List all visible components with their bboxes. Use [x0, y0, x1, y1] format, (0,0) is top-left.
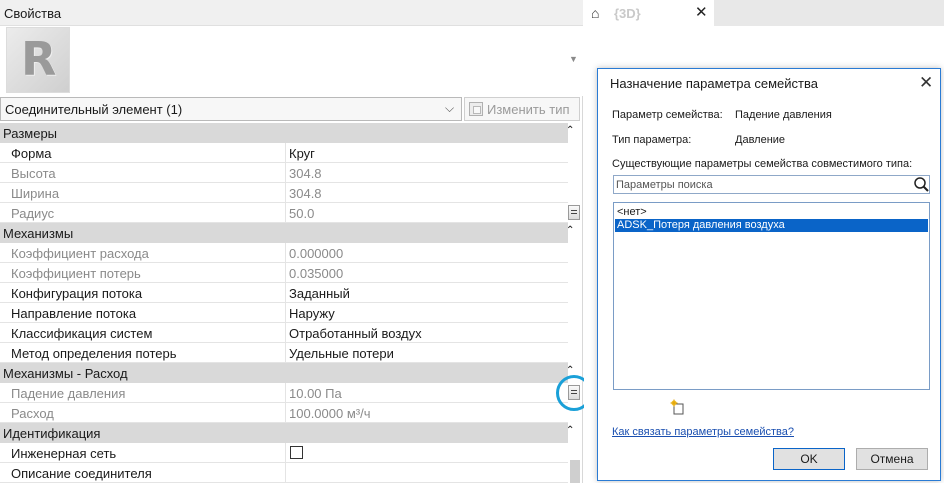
property-value[interactable]: Наружу [287, 303, 568, 322]
property-value[interactable]: Отработанный воздух [287, 323, 568, 342]
property-value: 0.035000 [289, 266, 344, 281]
instance-filter-dropdown[interactable]: Соединительный элемент (1) ⌵ [0, 97, 462, 121]
property-row[interactable]: Конфигурация потока Заданный [0, 283, 568, 303]
chevron-down-icon: ⌵ [445, 101, 455, 115]
property-name: Высота [0, 163, 286, 182]
property-name: Радиус [0, 203, 286, 222]
property-name: Метод определения потерь [0, 343, 286, 362]
view-tab-bar: ⌂ {3D} ✕ [584, 0, 944, 26]
property-row[interactable]: Классификация систем Отработанный воздух [0, 323, 568, 343]
property-value[interactable] [287, 463, 568, 482]
edit-type-button[interactable]: Изменить тип [464, 97, 580, 121]
properties-palette: Свойства R ▼ Соединительный элемент (1) … [0, 0, 592, 483]
edit-type-icon [469, 102, 483, 116]
dialog-title: Назначение параметра семейства [610, 76, 818, 91]
property-value: 304.8 [289, 186, 322, 201]
property-row[interactable]: Ширина 304.8 [0, 183, 568, 203]
list-item-adsk-pressure-loss[interactable]: ADSK_Потеря давления воздуха [615, 219, 928, 232]
property-name: Ширина [0, 183, 286, 202]
property-row[interactable]: Форма Круг [0, 143, 568, 163]
group-label: Механизмы - Расход [3, 366, 128, 381]
scrollbar-thumb[interactable] [570, 460, 580, 483]
dialog-title-bar[interactable]: Назначение параметра семейства ✕ [598, 69, 940, 97]
family-type-thumbnail: R [6, 27, 70, 93]
property-row[interactable]: Описание соединителя [0, 463, 568, 483]
properties-grid: Размеры ⌃ Форма Круг Высота 304.8 Ширина 304.8 Р… [0, 123, 583, 483]
property-row[interactable]: Направление потока Наружу [0, 303, 568, 323]
property-row[interactable]: Высота 304.8 [0, 163, 568, 183]
tab-3d-view[interactable]: ⌂ {3D} ✕ [584, 0, 714, 26]
property-row[interactable]: Падение давления 10.00 Па [0, 383, 568, 403]
instance-filter-label: Соединительный элемент (1) [5, 102, 183, 117]
property-value: 100.0000 м³/ч [289, 406, 371, 421]
property-value: 50.0 [289, 206, 315, 221]
dialog-close-icon[interactable]: ✕ [919, 73, 933, 93]
existing-params-label: Существующие параметры семейства совмест… [612, 158, 913, 170]
edit-type-label: Изменить тип [487, 102, 570, 117]
property-row[interactable]: Инженерная сеть [0, 443, 568, 463]
property-name: Коэффициент потерь [0, 263, 286, 282]
search-box [613, 175, 930, 194]
family-param-value: Падение давления [735, 109, 832, 121]
cancel-button[interactable]: Отмена [856, 448, 928, 470]
property-value: 10.00 Па [289, 386, 342, 401]
scrollbar[interactable] [570, 438, 580, 483]
group-label: Идентификация [3, 426, 101, 441]
tab-3d-label: {3D} [614, 6, 641, 21]
parameter-list: <нет> ADSK_Потеря давления воздуха [613, 202, 930, 390]
property-value: 0.000000 [289, 246, 344, 261]
param-type-label: Тип параметра: [612, 134, 692, 146]
property-value: 304.8 [289, 166, 322, 181]
property-row[interactable]: Радиус 50.0 [0, 203, 568, 223]
property-checkbox[interactable] [290, 446, 303, 459]
properties-title-bar: Свойства [0, 0, 583, 26]
property-name: Расход [0, 403, 286, 422]
property-name: Форма [0, 143, 286, 162]
property-name: Падение давления [0, 383, 286, 402]
property-row[interactable]: Метод определения потерь Удельные потери [0, 343, 568, 363]
property-value[interactable]: Заданный [287, 283, 568, 302]
type-selector-area[interactable]: R ▼ [0, 26, 583, 96]
group-header[interactable]: Размеры ⌃ [0, 123, 574, 143]
group-header[interactable]: Механизмы - Расход ⌃ [0, 363, 574, 383]
collapse-icon[interactable]: ⌃ [566, 125, 574, 136]
associate-family-parameter-dialog: Назначение параметра семейства ✕ Парамет… [597, 68, 941, 481]
list-item-none[interactable]: <нет> [615, 206, 928, 219]
revit-window: Свойства R ▼ Соединительный элемент (1) … [0, 0, 944, 483]
property-row[interactable]: Коэффициент расхода 0.000000 [0, 243, 568, 263]
collapse-icon[interactable]: ⌃ [566, 425, 574, 436]
property-row[interactable]: Коэффициент потерь 0.035000 [0, 263, 568, 283]
group-label: Механизмы [3, 226, 74, 241]
help-link[interactable]: Как связать параметры семейства? [612, 426, 794, 438]
ok-button[interactable]: OK [773, 448, 845, 470]
property-name: Описание соединителя [0, 463, 286, 482]
revit-logo-letter: R [21, 32, 57, 86]
property-value[interactable]: Круг [287, 143, 568, 162]
group-header[interactable]: Механизмы ⌃ [0, 223, 574, 243]
search-icon[interactable] [912, 176, 930, 193]
property-name: Конфигурация потока [0, 283, 286, 302]
property-name: Направление потока [0, 303, 286, 322]
properties-title: Свойства [4, 6, 62, 21]
property-row[interactable]: Расход 100.0000 м³/ч [0, 403, 568, 423]
type-dropdown-arrow-icon[interactable]: ▼ [569, 54, 579, 64]
new-parameter-icon[interactable] [670, 399, 686, 415]
associate-parameter-button[interactable] [568, 205, 580, 220]
family-param-label: Параметр семейства: [612, 109, 723, 121]
property-name: Коэффициент расхода [0, 243, 286, 262]
param-type-value: Давление [735, 134, 786, 146]
group-label: Размеры [3, 126, 58, 141]
instance-selector-row: Соединительный элемент (1) ⌵ Изменить ти… [0, 96, 583, 122]
house-3d-icon: ⌂ [591, 5, 600, 21]
property-name: Инженерная сеть [0, 443, 286, 462]
search-input[interactable] [614, 176, 908, 193]
close-icon[interactable]: ✕ [695, 3, 708, 21]
collapse-icon[interactable]: ⌃ [566, 225, 574, 236]
group-header[interactable]: Идентификация ⌃ [0, 423, 574, 443]
property-name: Классификация систем [0, 323, 286, 342]
property-value[interactable]: Удельные потери [287, 343, 568, 362]
